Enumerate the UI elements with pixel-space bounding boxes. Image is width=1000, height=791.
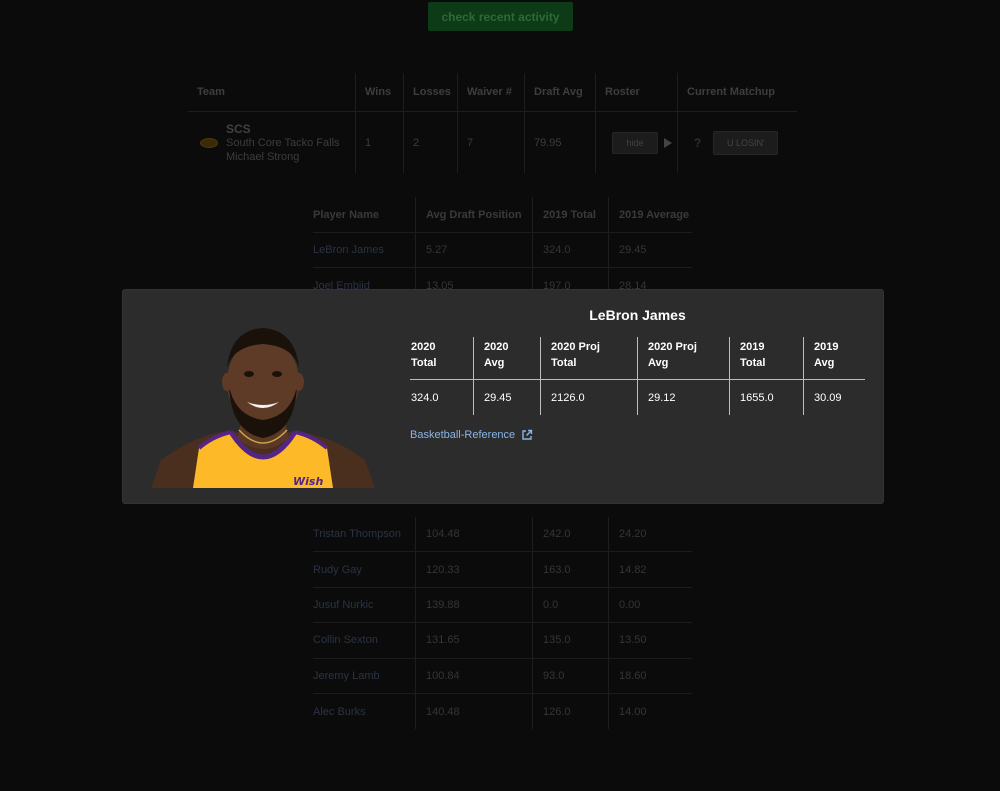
player-2019-total: 242.0 <box>533 517 609 552</box>
player-adp: 120.33 <box>416 552 533 587</box>
player-name-link[interactable]: Collin Sexton <box>313 623 416 658</box>
player-name-link[interactable]: Jusuf Nurkic <box>313 587 416 623</box>
player-2019-total: 163.0 <box>533 552 609 587</box>
stats-values-row: 324.0 29.45 2126.0 29.12 1655.0 30.09 <box>410 380 865 415</box>
stat-header-2019-total: 2019 Total <box>730 337 804 379</box>
player-table-header: Player Name Avg Draft Position 2019 Tota… <box>313 197 692 233</box>
stat-header-2020-proj-total: 2020 Proj Total <box>541 337 638 379</box>
opponent-unknown-icon: ? <box>694 135 702 150</box>
play-icon[interactable] <box>664 137 672 148</box>
player-row[interactable]: Rudy Gay 120.33 163.0 14.82 <box>313 552 692 588</box>
basketball-reference-link[interactable]: Basketball-Reference <box>410 429 533 441</box>
player-2019-average: 29.45 <box>619 244 647 257</box>
player-2019-total: 126.0 <box>533 693 609 730</box>
team-row: SCS South Core Tacko Falls Michael Stron… <box>188 112 797 173</box>
player-detail-modal[interactable]: Wish LeBron James 2020 Total 2020 Avg 20… <box>123 290 883 503</box>
stats-header: 2020 Total 2020 Avg 2020 Proj Total 2020 Pr… <box>410 337 865 380</box>
matchup-cell: ? U LOSIN' <box>678 112 797 173</box>
team-cell: SCS South Core Tacko Falls Michael Stron… <box>188 112 356 173</box>
player-row[interactable]: Jusuf Nurkic 139.88 0.0 0.00 <box>313 587 692 624</box>
roster-cell: hide <box>596 112 678 173</box>
stat-header-2020-proj-avg: 2020 Proj Avg <box>638 337 730 379</box>
team-draft-avg: 79.95 <box>525 112 596 173</box>
header-2019-average: 2019 Average <box>619 208 690 221</box>
player-table-lower: Tristan Thompson 104.48 242.0 24.20 Rudy… <box>313 517 692 730</box>
team-owner: Michael Strong <box>226 150 300 163</box>
header-wins: Wins <box>356 73 404 111</box>
player-photo: Wish <box>151 320 375 488</box>
check-recent-activity-button[interactable]: check recent activity <box>428 2 573 31</box>
header-current-matchup: Current Matchup <box>687 86 775 98</box>
header-avg-draft-position: Avg Draft Position <box>416 197 533 232</box>
player-adp: 104.48 <box>416 517 533 552</box>
matchup-button[interactable]: U LOSIN' <box>713 130 779 155</box>
header-2019-total: 2019 Total <box>533 197 609 232</box>
player-row[interactable]: Alec Burks 140.48 126.0 14.00 <box>313 693 692 730</box>
header-player-name: Player Name <box>313 197 416 232</box>
team-losses: 2 <box>404 112 458 173</box>
player-adp: 100.84 <box>416 658 533 693</box>
team-name: South Core Tacko Falls <box>226 136 340 149</box>
team-wins: 1 <box>356 112 404 173</box>
player-name-link[interactable]: LeBron James <box>313 233 416 268</box>
player-2019-total: 324.0 <box>533 233 609 268</box>
player-2019-total: 93.0 <box>533 658 609 693</box>
header-draft-avg: Draft Avg <box>525 73 596 111</box>
jersey-sponsor-text: Wish <box>293 475 323 488</box>
team-table-header: Team Wins Losses Waiver # Draft Avg Rost… <box>188 73 797 112</box>
player-row[interactable]: LeBron James 5.27 324.0 29.45 <box>313 233 692 269</box>
hide-roster-button[interactable]: hide <box>612 131 658 154</box>
player-name-link[interactable]: Alec Burks <box>313 693 416 730</box>
player-2019-average: 13.50 <box>619 634 647 647</box>
player-2019-average: 14.00 <box>619 705 647 718</box>
player-2019-total: 0.0 <box>533 587 609 623</box>
player-2019-total: 135.0 <box>533 623 609 658</box>
header-waiver: Waiver # <box>458 73 525 111</box>
player-2019-average: 14.82 <box>619 563 647 576</box>
header-losses: Losses <box>404 73 458 111</box>
player-row[interactable]: Tristan Thompson 104.48 242.0 24.20 <box>313 517 692 553</box>
team-logo-icon <box>200 137 218 148</box>
stat-header-2020-avg: 2020 Avg <box>474 337 541 379</box>
team-table: Team Wins Losses Waiver # Draft Avg Rost… <box>188 73 797 173</box>
team-waiver: 7 <box>458 112 525 173</box>
basketball-reference-label: Basketball-Reference <box>410 429 516 441</box>
stat-2020-avg: 29.45 <box>474 380 541 415</box>
player-table: Player Name Avg Draft Position 2019 Tota… <box>313 197 692 304</box>
player-name-link[interactable]: Tristan Thompson <box>313 517 416 552</box>
player-2019-average: 24.20 <box>619 528 647 541</box>
header-team: Team <box>188 73 356 111</box>
stat-2019-total: 1655.0 <box>730 380 804 415</box>
player-adp: 5.27 <box>416 233 533 268</box>
header-roster: Roster <box>596 73 678 111</box>
external-link-icon <box>522 429 533 440</box>
player-adp: 139.88 <box>416 587 533 623</box>
player-adp: 140.48 <box>416 693 533 730</box>
player-row[interactable]: Collin Sexton 131.65 135.0 13.50 <box>313 623 692 659</box>
player-stats-table: 2020 Total 2020 Avg 2020 Proj Total 2020 Pr… <box>410 337 865 415</box>
player-2019-average: 18.60 <box>619 669 647 682</box>
modal-player-name: LeBron James <box>589 307 686 323</box>
player-row[interactable]: Jeremy Lamb 100.84 93.0 18.60 <box>313 658 692 694</box>
stat-2020-total: 324.0 <box>410 380 474 415</box>
stat-2020-proj-avg: 29.12 <box>638 380 730 415</box>
player-name-link[interactable]: Rudy Gay <box>313 552 416 587</box>
player-name-link[interactable]: Jeremy Lamb <box>313 658 416 693</box>
stat-2020-proj-total: 2126.0 <box>541 380 638 415</box>
stat-header-2020-total: 2020 Total <box>410 337 474 379</box>
player-adp: 131.65 <box>416 623 533 658</box>
stat-header-2019-avg: 2019 Avg <box>814 341 839 369</box>
team-abbr: SCS <box>226 121 251 136</box>
stat-2019-avg: 30.09 <box>814 391 842 404</box>
player-2019-average: 0.00 <box>619 598 641 611</box>
